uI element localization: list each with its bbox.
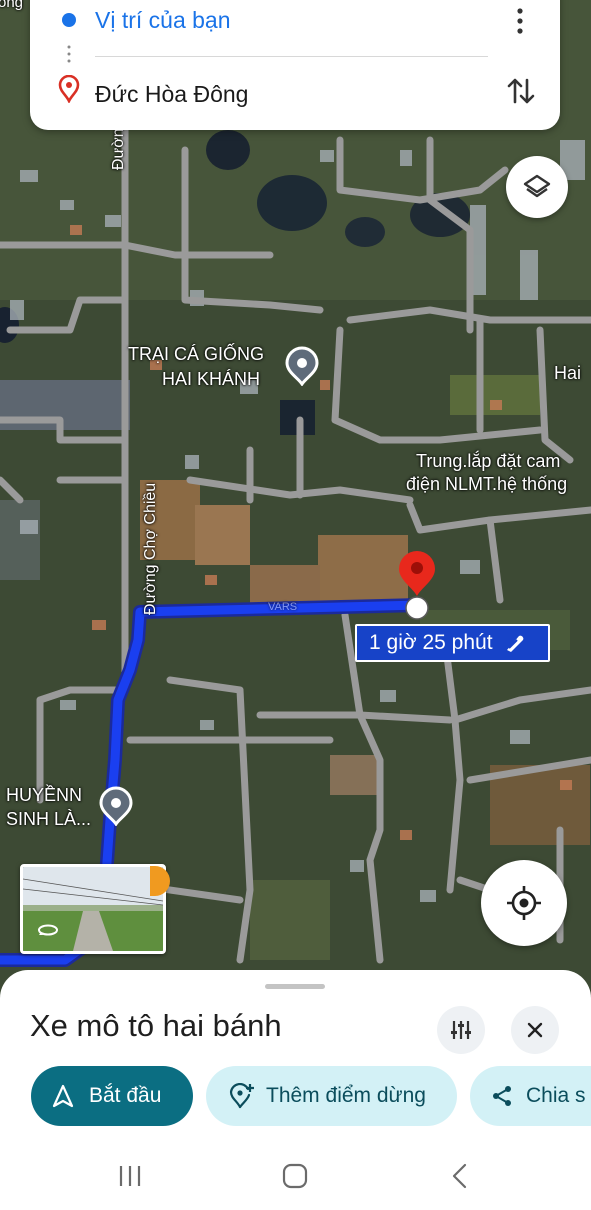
poi-label[interactable]: Hai [554, 362, 581, 384]
route-duration-text: 1 giờ 25 phút [369, 631, 493, 654]
route-options-button[interactable] [437, 1006, 485, 1054]
map-label: ông [0, 0, 24, 11]
add-location-icon [229, 1083, 254, 1109]
road-label: Đường Chợ Chiều [142, 482, 159, 615]
motorbike-icon [506, 635, 523, 652]
start-label: Bắt đầu [89, 1084, 162, 1107]
origin-row[interactable]: Vị trí của bạn [30, 0, 560, 40]
route-dots-icon [67, 45, 71, 63]
add-stop-label: Thêm điểm dừng [266, 1084, 426, 1107]
travel-mode-title: Xe mô tô hai bánh [30, 1008, 282, 1043]
layers-icon [523, 174, 551, 198]
close-icon [527, 1022, 543, 1038]
share-button[interactable]: Chia s [470, 1066, 591, 1126]
sliders-icon [451, 1021, 471, 1039]
share-icon [493, 1086, 511, 1106]
crosshair-icon [507, 886, 541, 920]
poi-label[interactable]: TRẠI CÁ GIỐNG [128, 343, 264, 365]
current-location-icon [62, 13, 76, 27]
layers-button[interactable] [506, 156, 568, 218]
route-duration-badge[interactable]: 1 giờ 25 phút [355, 624, 550, 662]
rotate-360-icon [38, 924, 58, 936]
my-location-button[interactable] [481, 860, 567, 946]
destination-field[interactable]: Đức Hòa Đông [95, 81, 248, 108]
poi-pin-icon[interactable] [284, 346, 320, 386]
poi-label[interactable]: HUYỀNN [6, 784, 82, 806]
poi-label[interactable]: điện NLMT.hệ thống [406, 473, 567, 495]
origin-field[interactable]: Vị trí của bạn [95, 7, 231, 34]
poi-label[interactable]: Trung.lắp đặt cam [416, 450, 560, 472]
more-options-icon[interactable] [510, 6, 530, 36]
drag-handle[interactable] [265, 984, 325, 989]
destination-row[interactable]: Đức Hòa Đông [30, 74, 560, 114]
destination-pin-icon[interactable] [396, 550, 438, 622]
back-icon[interactable] [450, 1163, 470, 1189]
start-button[interactable]: Bắt đầu [31, 1066, 193, 1126]
system-navigation-bar [0, 1150, 591, 1210]
divider [95, 56, 488, 57]
poi-label[interactable]: HAI KHÁNH [162, 368, 260, 390]
add-stop-button[interactable]: Thêm điểm dừng [206, 1066, 457, 1126]
poi-label[interactable]: SINH LÀ... [6, 808, 91, 830]
destination-icon [58, 75, 80, 103]
close-button[interactable] [511, 1006, 559, 1054]
recent-apps-icon[interactable] [117, 1164, 143, 1188]
street-view-thumbnail[interactable] [20, 864, 166, 954]
watermark: VARS [268, 601, 298, 613]
navigation-arrow-icon [52, 1084, 74, 1108]
directions-card: Vị trí của bạn Đức Hòa Đông [30, 0, 560, 130]
share-label: Chia s [526, 1084, 586, 1107]
poi-pin-icon[interactable] [98, 786, 134, 826]
home-icon[interactable] [282, 1163, 308, 1189]
swap-directions-icon[interactable] [504, 74, 538, 108]
